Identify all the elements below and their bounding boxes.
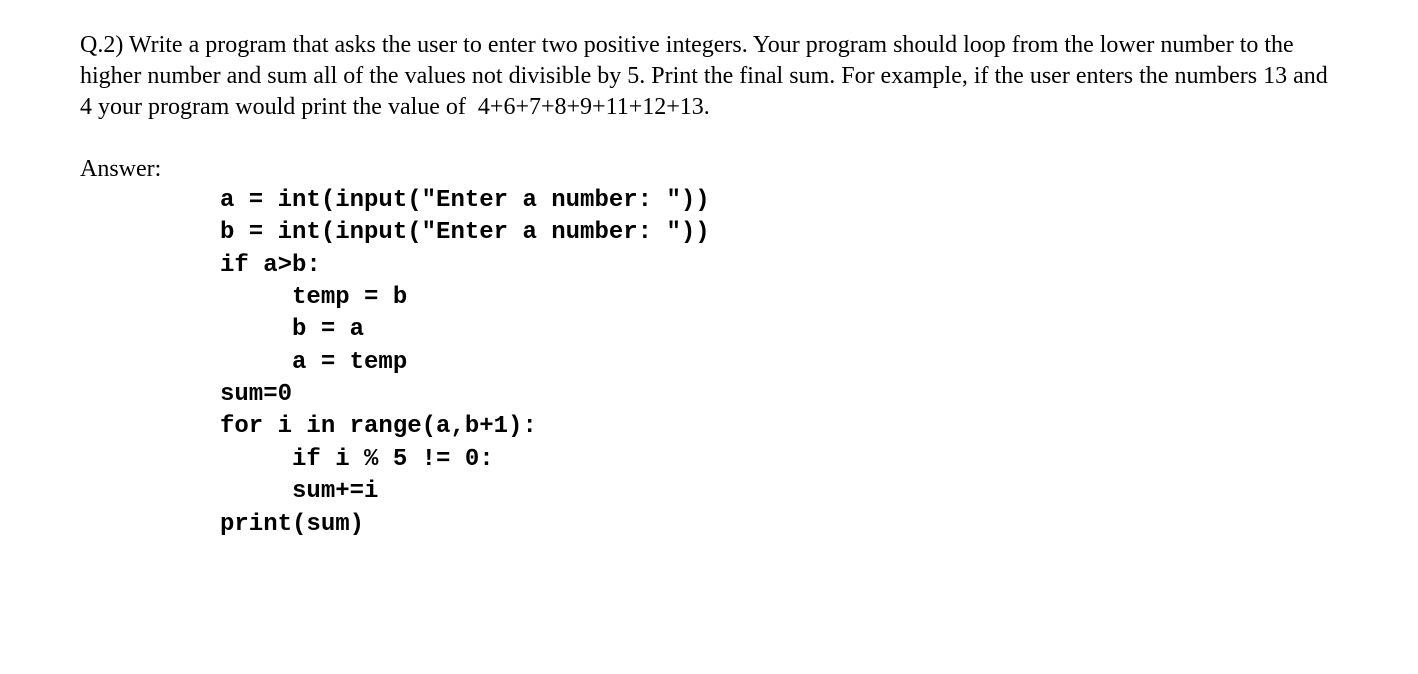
question-text: Q.2) Write a program that asks the user … <box>80 30 1338 124</box>
code-block: a = int(input("Enter a number: ")) b = i… <box>220 185 1338 541</box>
code-line: if a>b: <box>220 252 321 279</box>
code-line: temp = b <box>220 284 407 311</box>
code-line: for i in range(a,b+1): <box>220 413 537 440</box>
code-line: a = temp <box>220 349 407 376</box>
code-line: a = int(input("Enter a number: ")) <box>220 187 710 214</box>
answer-label: Answer: <box>80 154 1338 185</box>
code-line: if i % 5 != 0: <box>220 446 494 473</box>
code-line: print(sum) <box>220 511 364 538</box>
code-line: sum=0 <box>220 381 292 408</box>
code-line: b = a <box>220 316 364 343</box>
code-line: sum+=i <box>220 478 378 505</box>
code-line: b = int(input("Enter a number: ")) <box>220 219 710 246</box>
